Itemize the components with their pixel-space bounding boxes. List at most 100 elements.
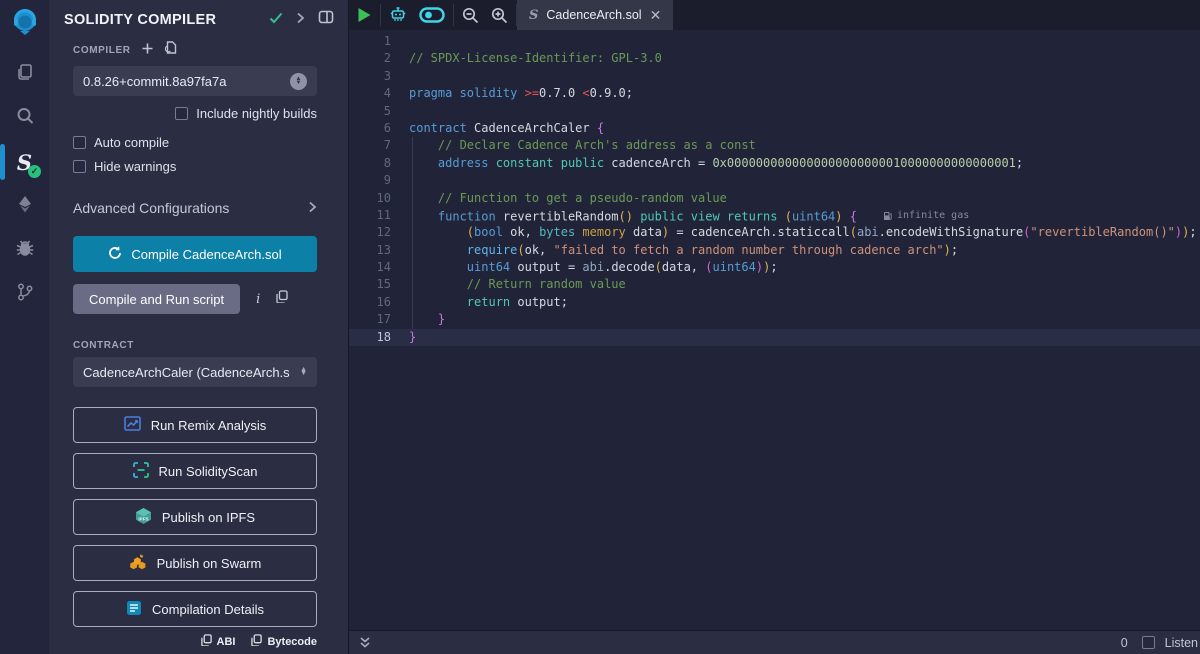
listen-checkbox[interactable] xyxy=(1142,636,1155,649)
code-line-5[interactable]: 5 xyxy=(349,103,1200,120)
line-number: 14 xyxy=(349,259,391,276)
line-number: 7 xyxy=(349,137,391,154)
publish-swarm-button[interactable]: Publish on Swarm xyxy=(73,545,317,581)
copy-icon xyxy=(201,634,212,649)
sidebar-item-debugger[interactable] xyxy=(0,228,49,272)
code-line-2[interactable]: 2// SPDX-License-Identifier: GPL-3.0 xyxy=(349,50,1200,67)
sidebar-item-home[interactable] xyxy=(0,0,49,46)
contract-select[interactable]: CadenceArchCaler (CadenceArch.s ▲▼ xyxy=(73,357,317,387)
line-number: 5 xyxy=(349,103,391,120)
line-number: 2 xyxy=(349,50,391,67)
include-nightly-label: Include nightly builds xyxy=(196,106,317,121)
code-line-14[interactable]: 14 uint64 output = abi.decode(data, (uin… xyxy=(349,259,1200,276)
line-number: 15 xyxy=(349,276,391,293)
line-number: 10 xyxy=(349,190,391,207)
contract-section-label: CONTRACT xyxy=(73,340,317,351)
code-line-18[interactable]: 18} xyxy=(349,329,1200,346)
copy-icon[interactable] xyxy=(276,290,288,308)
compile-button[interactable]: Compile CadenceArch.sol xyxy=(73,236,317,272)
pin-panel-icon[interactable] xyxy=(318,10,334,29)
code-line-13[interactable]: 13 require(ok, "failed to fetch a random… xyxy=(349,242,1200,259)
terminal-bar: 0 Listen xyxy=(349,630,1200,654)
code-line-6[interactable]: 6contract CadenceArchCaler { xyxy=(349,120,1200,137)
copy-icon xyxy=(251,634,262,649)
abi-label: ABI xyxy=(217,636,236,648)
analysis-chart-icon xyxy=(124,416,141,434)
scan-icon xyxy=(133,462,149,481)
compiler-version-select[interactable]: 0.8.26+commit.8a97fa7a ▲▼ xyxy=(73,66,317,96)
code-line-1[interactable]: 1 xyxy=(349,33,1200,50)
code-editor[interactable]: 12// SPDX-License-Identifier: GPL-3.034p… xyxy=(349,30,1200,630)
line-number: 1 xyxy=(349,33,391,50)
expand-terminal-icon[interactable] xyxy=(359,636,371,649)
hide-warnings-checkbox[interactable] xyxy=(73,160,86,173)
copy-bytecode-button[interactable]: Bytecode xyxy=(251,634,317,649)
code-line-17[interactable]: 17 } xyxy=(349,311,1200,328)
close-tab-icon[interactable]: ✕ xyxy=(650,7,662,24)
ai-copilot-robot-icon[interactable] xyxy=(389,6,407,24)
code-line-10[interactable]: 10 // Function to get a pseudo-random va… xyxy=(349,190,1200,207)
compilation-details-button[interactable]: Compilation Details xyxy=(73,591,317,627)
ipfs-icon: IPFS xyxy=(135,507,152,528)
swarm-icon xyxy=(129,553,147,573)
run-script-play-button[interactable] xyxy=(357,7,372,23)
line-number: 17 xyxy=(349,311,391,328)
refresh-icon xyxy=(108,246,122,263)
sidebar-item-search[interactable] xyxy=(0,96,49,140)
line-number: 3 xyxy=(349,68,391,85)
sidebar-item-git[interactable] xyxy=(0,272,49,316)
line-number: 12 xyxy=(349,224,391,241)
code-line-12[interactable]: 12 (bool ok, bytes memory data) = cadenc… xyxy=(349,224,1200,241)
icon-sidebar: S ✓ xyxy=(0,0,49,654)
hide-warnings-label: Hide warnings xyxy=(94,159,176,174)
add-compiler-icon[interactable] xyxy=(142,41,153,59)
solidity-file-icon: S xyxy=(529,8,538,23)
sidebar-item-file-explorer[interactable] xyxy=(0,52,49,96)
svg-text:IPFS: IPFS xyxy=(138,516,148,521)
tab-filename: CadenceArch.sol xyxy=(546,8,641,22)
gas-estimate-annotation: infinite gas xyxy=(883,207,969,224)
collapse-panel-icon[interactable] xyxy=(296,11,305,29)
include-nightly-checkbox[interactable] xyxy=(175,107,188,120)
compiled-check-icon xyxy=(269,11,283,29)
bug-icon xyxy=(15,238,35,263)
zoom-out-icon[interactable] xyxy=(462,7,479,24)
code-line-3[interactable]: 3 xyxy=(349,68,1200,85)
publish-ipfs-button[interactable]: IPFS Publish on IPFS xyxy=(73,499,317,535)
solidity-compiler-panel: SOLIDITY COMPILER COMPILER 0.8.26+commit xyxy=(49,0,349,654)
line-number: 9 xyxy=(349,172,391,189)
zoom-in-icon[interactable] xyxy=(491,7,508,24)
auto-compile-checkbox[interactable] xyxy=(73,136,86,149)
bytecode-label: Bytecode xyxy=(267,636,317,648)
editor-column: S CadenceArch.sol ✕ 12// SPDX-License-Id… xyxy=(349,0,1200,654)
compiler-version-value: 0.8.26+commit.8a97fa7a xyxy=(83,74,290,89)
contract-select-value: CadenceArchCaler (CadenceArch.s xyxy=(83,365,300,380)
advanced-configurations-toggle[interactable]: Advanced Configurations xyxy=(73,200,317,216)
copilot-toggle[interactable] xyxy=(419,7,445,23)
run-remix-analysis-button[interactable]: Run Remix Analysis xyxy=(73,407,317,443)
code-line-15[interactable]: 15 // Return random value xyxy=(349,276,1200,293)
info-icon[interactable]: i xyxy=(256,292,260,307)
compile-and-run-button[interactable]: Compile and Run script xyxy=(73,284,240,314)
select-arrows-icon: ▲▼ xyxy=(300,368,307,377)
git-branch-icon xyxy=(15,282,35,307)
import-compiler-icon[interactable] xyxy=(164,41,177,59)
tab-cadencearch-sol[interactable]: S CadenceArch.sol ✕ xyxy=(517,0,673,30)
run-solidityscan-button[interactable]: Run SolidityScan xyxy=(73,453,317,489)
code-line-11[interactable]: 11 function revertibleRandom() public vi… xyxy=(349,207,1200,224)
line-number: 18 xyxy=(349,329,391,346)
ethereum-deploy-icon xyxy=(15,194,35,219)
sidebar-item-solidity-compiler[interactable]: S ✓ xyxy=(0,140,49,184)
line-number: 11 xyxy=(349,207,391,224)
code-line-16[interactable]: 16 return output; xyxy=(349,294,1200,311)
copy-abi-button[interactable]: ABI xyxy=(201,634,236,649)
code-line-4[interactable]: 4pragma solidity >=0.7.0 <0.9.0; xyxy=(349,85,1200,102)
advanced-configurations-label: Advanced Configurations xyxy=(73,200,308,216)
select-arrows-icon: ▲▼ xyxy=(290,73,307,90)
auto-compile-label: Auto compile xyxy=(94,135,169,150)
sidebar-item-deploy-run[interactable] xyxy=(0,184,49,228)
search-icon xyxy=(15,106,35,131)
code-line-8[interactable]: 8 address constant public cadenceArch = … xyxy=(349,155,1200,172)
code-line-9[interactable]: 9 xyxy=(349,172,1200,189)
code-line-7[interactable]: 7 // Declare Cadence Arch's address as a… xyxy=(349,137,1200,154)
